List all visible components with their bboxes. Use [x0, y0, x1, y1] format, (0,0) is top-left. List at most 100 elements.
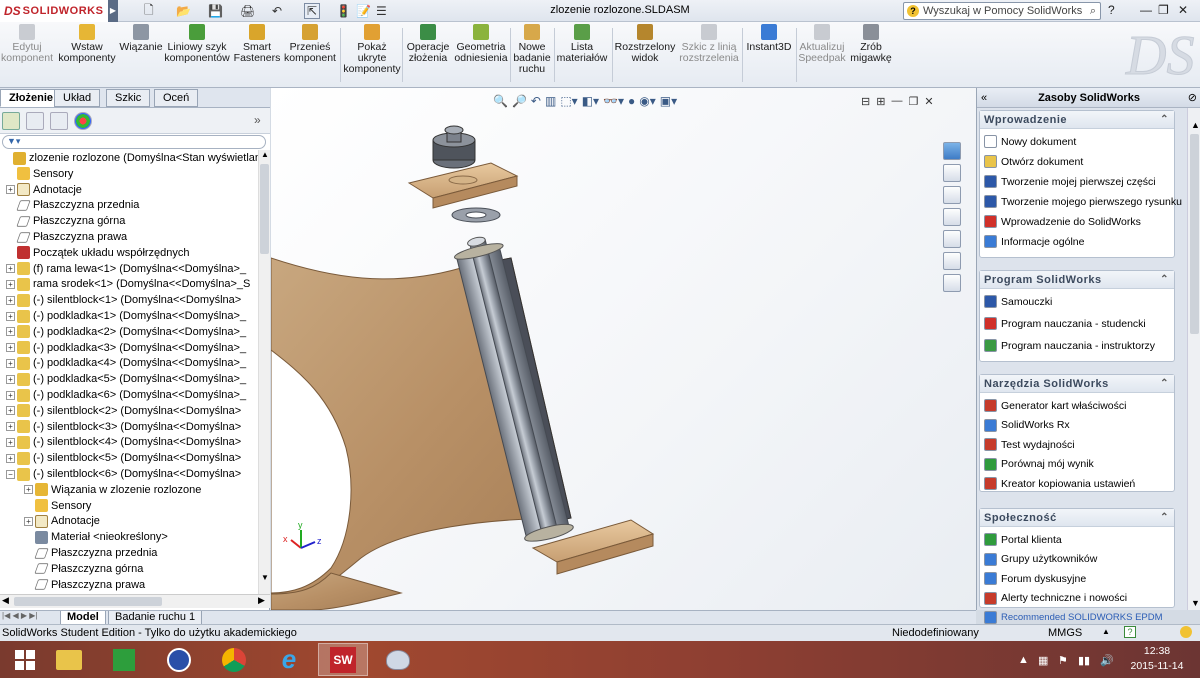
bill-of-materials-button[interactable]: Lista materiałów — [556, 24, 608, 64]
tree-item[interactable]: Płaszczyzna górna — [24, 561, 143, 577]
task-pane-scrollbar[interactable]: ▲ ▼ — [1187, 108, 1200, 610]
options-icon[interactable]: ☰ — [376, 3, 387, 19]
property-manager-tab-icon[interactable] — [26, 112, 44, 130]
exploded-view-button[interactable]: Rozstrzelony widok — [614, 24, 676, 64]
collapse-chevron-icon[interactable]: ⌃ — [1160, 375, 1169, 393]
tree-item[interactable]: Sensory — [6, 166, 73, 182]
resource-link[interactable]: Alerty techniczne i nowości — [984, 591, 1127, 605]
pin-icon[interactable]: ⊘ — [1188, 88, 1197, 108]
resource-link[interactable]: Tworzenie mojego pierwszego rysunku — [984, 195, 1182, 208]
tab-model[interactable]: Model — [60, 611, 106, 625]
tree-item[interactable]: + (-) podkladka<1> (Domyślna<<Domyślna>_ — [6, 308, 246, 324]
scroll-right-icon[interactable]: ▶ — [258, 595, 265, 606]
tree-item[interactable]: Płaszczyzna prawa — [6, 229, 127, 245]
clock[interactable]: 12:38 2015-11-14 — [1124, 644, 1190, 674]
tree-vertical-scrollbar[interactable]: ▲ ▼ — [258, 150, 270, 598]
expand-toggle-icon[interactable]: + — [6, 437, 15, 447]
resource-link[interactable]: Tworzenie mojej pierwszej części — [984, 175, 1156, 188]
expand-toggle-icon[interactable]: + — [6, 327, 15, 337]
mate-button[interactable]: Wiązanie — [119, 24, 163, 53]
take-snapshot-button[interactable]: Zrób migawkę — [848, 24, 894, 64]
flag-icon[interactable]: ⚑ — [1058, 654, 1068, 667]
graphics-area[interactable]: 🔍 🔎 ↶ ▥ ⬚▾ ◧▾ 👓▾ ● ◉▾ ▣▾ ⊟ ⊞ — ❐ ✕ x y z — [271, 88, 976, 610]
show-hidden-icons-icon[interactable]: ▲ — [1018, 654, 1029, 666]
instant3d-button[interactable]: Instant3D — [744, 24, 794, 53]
save-icon[interactable]: 💾 — [208, 3, 223, 19]
expand-toggle-icon[interactable]: + — [6, 453, 15, 463]
expand-toggle-icon[interactable]: + — [6, 406, 15, 416]
resource-panel-header[interactable]: Wprowadzenie ⌃ — [980, 111, 1174, 129]
expand-toggle-icon[interactable]: − — [6, 469, 15, 479]
tree-item[interactable]: + (f) rama lewa<1> (Domyślna<<Domyślna>_ — [6, 261, 246, 277]
resource-link[interactable]: Portal klienta — [984, 533, 1062, 546]
expand-toggle-icon[interactable]: + — [6, 264, 15, 274]
resource-link[interactable]: Nowy dokument — [984, 135, 1076, 148]
expand-toggle-icon[interactable]: + — [24, 516, 33, 526]
h-scroll-thumb[interactable] — [14, 597, 162, 606]
tree-item[interactable]: Płaszczyzna przednia — [24, 545, 157, 561]
move-component-button[interactable]: Przenieś komponent — [284, 24, 336, 64]
scroll-down-icon[interactable]: ▼ — [1191, 598, 1200, 608]
filter-input[interactable]: ▼▾ — [2, 135, 266, 149]
expand-toggle-icon[interactable]: + — [6, 358, 15, 368]
expand-toggle-icon[interactable]: + — [6, 279, 15, 289]
menu-flyout-arrow-icon[interactable]: ▶ — [108, 0, 118, 22]
minimize-button[interactable]: — — [1140, 3, 1152, 17]
view-palette-tab-icon[interactable] — [943, 230, 961, 248]
help-search-box[interactable]: ? Wyszukaj w Pomocy SolidWorks ⌕ — [903, 2, 1101, 20]
tab-uklad[interactable]: Układ — [54, 89, 101, 107]
solidworks-resources-tab-icon[interactable] — [943, 142, 961, 160]
help-menu-button[interactable]: ? — [1108, 3, 1115, 17]
notification-icon[interactable] — [1180, 626, 1192, 638]
show-hidden-components-button[interactable]: Pokaż ukryte komponenty — [343, 24, 401, 75]
display-manager-tab-icon[interactable] — [74, 112, 92, 130]
file-properties-icon[interactable]: 📝 — [356, 3, 371, 19]
reference-geometry-button[interactable]: Geometria odniesienia — [454, 24, 508, 64]
expand-toggle-icon[interactable]: + — [6, 390, 15, 400]
resource-link[interactable]: Porównaj mój wynik — [984, 457, 1094, 471]
scroll-down-icon[interactable]: ▼ — [261, 573, 269, 582]
resource-link[interactable]: SolidWorks Rx — [984, 418, 1070, 432]
quick-tips-icon[interactable]: ? — [1124, 626, 1136, 638]
units-menu-arrow-icon[interactable]: ▲ — [1102, 627, 1110, 636]
volume-icon[interactable]: 🔊 — [1100, 654, 1114, 667]
tree-item[interactable]: + (-) podkladka<4> (Domyślna<<Domyślna>_ — [6, 355, 246, 371]
magnifier-icon[interactable]: ⌕ — [1090, 5, 1096, 18]
resource-link[interactable]: Test wydajności — [984, 438, 1075, 451]
tree-item[interactable]: Płaszczyzna prawa — [24, 577, 145, 593]
paint-taskbar-button[interactable] — [373, 643, 423, 676]
collapse-chevron-icon[interactable]: ⌃ — [1160, 509, 1169, 527]
tree-item[interactable]: Płaszczyzna górna — [6, 213, 125, 229]
network-icon[interactable]: ▮▮ — [1078, 654, 1090, 667]
expand-toggle-icon[interactable]: + — [6, 185, 15, 195]
tree-item[interactable]: + (-) silentblock<3> (Domyślna<<Domyślna> — [6, 419, 241, 435]
resource-link[interactable]: Generator kart właściwości — [984, 399, 1126, 412]
tree-item[interactable]: Płaszczyzna przednia — [6, 197, 139, 213]
select-icon[interactable]: ⇱ — [304, 3, 321, 19]
scroll-left-icon[interactable]: ◀ — [2, 595, 9, 606]
explode-line-sketch-button[interactable]: Szkic z linią rozstrzelenia — [678, 24, 740, 64]
design-library-tab-icon[interactable] — [943, 186, 961, 204]
print-icon[interactable]: 🖨 — [240, 3, 255, 19]
tree-item[interactable]: zlozenie rozlozone (Domyślna<Stan wyświe… — [2, 150, 258, 166]
start-button[interactable] — [0, 643, 50, 676]
new-document-icon[interactable]: 🗋 — [144, 3, 154, 19]
tree-item[interactable]: + (-) silentblock<5> (Domyślna<<Domyślna> — [6, 450, 241, 466]
expand-toggle-icon[interactable]: + — [6, 343, 15, 353]
rebuild-icon[interactable]: 🚦 — [336, 3, 351, 19]
smart-fasteners-button[interactable]: Smart Fasteners — [232, 24, 282, 64]
resource-link[interactable]: Otwórz dokument — [984, 155, 1083, 168]
insert-components-button[interactable]: Wstaw komponenty — [56, 24, 118, 64]
tab-ocen[interactable]: Oceń — [154, 89, 199, 107]
update-speedpak-button[interactable]: Aktualizuj Speedpak — [798, 24, 846, 64]
home-tab-icon[interactable] — [943, 164, 961, 182]
resource-link[interactable]: Forum dyskusyjne — [984, 572, 1086, 585]
tab-motion-study[interactable]: Badanie ruchu 1 — [108, 611, 203, 625]
expand-toggle-icon[interactable]: + — [6, 422, 15, 432]
tree-item[interactable]: + (-) silentblock<4> (Domyślna<<Domyślna> — [6, 434, 241, 450]
store-taskbar-button[interactable] — [99, 643, 149, 676]
feature-manager-tab-icon[interactable] — [2, 112, 20, 130]
internet-explorer-taskbar-button[interactable]: e — [264, 643, 314, 676]
tree-item[interactable]: + Adnotacje — [6, 182, 82, 198]
tree-item[interactable]: + Wiązania w zlozenie rozlozone — [24, 482, 201, 498]
